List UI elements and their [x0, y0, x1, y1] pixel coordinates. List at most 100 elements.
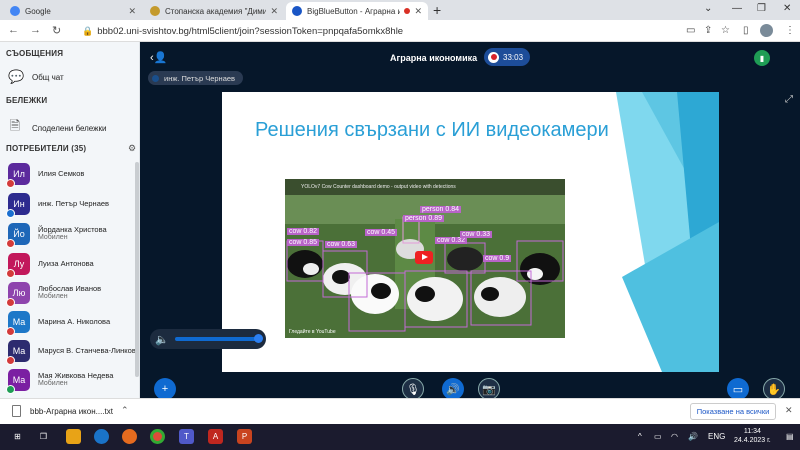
tab-title: BigBlueButton - Аграрна ик: [307, 6, 401, 16]
chat-bubble-icon: 💬: [8, 69, 25, 84]
mic-muted-button[interactable]: 🎙: [402, 378, 424, 400]
download-filename[interactable]: bbb-Аграрна икон....txt: [30, 407, 113, 416]
profile-avatar[interactable]: [760, 24, 773, 37]
youtube-play-icon[interactable]: [415, 251, 433, 264]
user-list-item[interactable]: Лу Луиза Антонова: [6, 252, 136, 278]
tab-bigbluebutton[interactable]: BigBlueButton - Аграрна ик ✕: [286, 2, 428, 20]
fullscreen-icon[interactable]: ⤢: [785, 94, 793, 105]
user-list-toggle-icon[interactable]: ‹👤: [150, 51, 167, 64]
reload-icon[interactable]: ↻: [52, 24, 61, 37]
detection-label: cow 0.33: [460, 231, 493, 238]
restore-icon[interactable]: ❐: [757, 3, 766, 14]
avatar-initials: Лю: [12, 288, 26, 298]
tab-google[interactable]: Google ✕: [4, 2, 142, 20]
menu-kebab-icon[interactable]: ⋮: [785, 25, 795, 36]
user-list-item[interactable]: Ин инж. Петър Чернаев: [6, 192, 136, 218]
minimize-icon[interactable]: —: [732, 3, 742, 14]
user-list-item[interactable]: Йо Йорданка Христова Мобилен: [6, 222, 136, 248]
wifi-icon[interactable]: ◠: [671, 432, 678, 441]
audio-button[interactable]: 🔊: [442, 378, 464, 400]
firefox-icon[interactable]: [122, 429, 137, 444]
chevron-up-icon[interactable]: ⌃: [121, 405, 129, 416]
connection-status-icon[interactable]: ▮: [754, 50, 770, 66]
user-name: Маруся В. Станчева-Линкова: [38, 345, 140, 355]
public-chat-item[interactable]: 💬 Общ чат: [8, 69, 64, 85]
file-explorer-icon[interactable]: [66, 429, 81, 444]
close-tab-icon[interactable]: ✕: [414, 6, 422, 17]
muted-mic-badge-icon: [6, 239, 15, 248]
avatar: Ма: [6, 311, 30, 336]
detection-label: cow 0.63: [325, 241, 358, 248]
acrobat-icon[interactable]: A: [208, 429, 223, 444]
user-list-scrollbar[interactable]: [135, 162, 139, 377]
timer-value: 33:03: [503, 52, 524, 62]
raise-hand-button[interactable]: ✋: [763, 378, 785, 400]
close-window-icon[interactable]: ✕: [783, 3, 791, 14]
browser-tab-strip: Google ✕ Стопанска академия "Димитър ✕ B…: [0, 0, 800, 20]
volume-track[interactable]: [174, 334, 263, 343]
user-list-item[interactable]: Ма Маруся В. Станчева-Линкова: [6, 339, 139, 365]
language-indicator[interactable]: ENG: [708, 432, 725, 441]
new-tab-button[interactable]: +: [433, 2, 441, 18]
detection-label: person 0.89: [403, 215, 444, 222]
muted-mic-badge-icon: [6, 327, 15, 336]
user-list-item[interactable]: Ил Илия Семков: [6, 162, 136, 188]
task-view-icon[interactable]: ❒: [36, 429, 51, 444]
volume-knob[interactable]: [253, 334, 263, 343]
user-settings-gear-icon[interactable]: ⚙: [128, 143, 136, 154]
notifications-icon[interactable]: ▤: [786, 432, 794, 441]
users-section-title: ПОТРЕБИТЕЛИ (35): [6, 144, 87, 153]
user-name: Мая Живкова Недева: [38, 370, 114, 380]
talking-indicator: инж. Петър Чернаев: [148, 71, 244, 85]
sidebar-toggle-icon[interactable]: ▯: [743, 25, 749, 36]
actions-plus-button[interactable]: +: [154, 378, 176, 400]
user-device: Мобилен: [38, 234, 68, 242]
camera-off-button[interactable]: 📷: [478, 378, 500, 400]
close-downloads-icon[interactable]: ✕: [785, 405, 793, 416]
avatar: Ин: [6, 193, 30, 218]
speaker-icon: 🔈: [155, 333, 169, 346]
bbb-favicon-icon: [292, 6, 302, 16]
volume-tray-icon[interactable]: 🔊: [688, 432, 698, 441]
close-tab-icon[interactable]: ✕: [270, 6, 278, 17]
notes-section-title: БЕЛЕЖКИ: [6, 96, 48, 105]
muted-mic-badge-icon: [6, 298, 15, 307]
forward-arrow-icon[interactable]: →: [30, 24, 41, 36]
back-arrow-icon[interactable]: ←: [8, 24, 19, 36]
user-list-item[interactable]: Лю Любослав Иванов Мобилен: [6, 281, 136, 307]
watch-on-youtube-link[interactable]: Гледайте в YouTube: [289, 329, 336, 335]
chrome-icon[interactable]: [150, 429, 165, 444]
tray-chevron-icon[interactable]: ^: [638, 432, 642, 441]
windows-start-icon[interactable]: ⊞: [10, 429, 25, 444]
detection-label: cow 0.9: [483, 255, 512, 262]
detection-label: cow 0.82: [287, 228, 320, 235]
recording-timer[interactable]: 33:03: [484, 48, 530, 66]
show-all-downloads-button[interactable]: Показване на всички: [690, 403, 776, 420]
powerpoint-icon[interactable]: P: [237, 429, 252, 444]
tab-academy[interactable]: Стопанска академия "Димитър ✕: [144, 2, 284, 20]
shared-notes-item[interactable]: 🗎 Споделени бележки: [8, 117, 107, 139]
user-name: Луиза Антонова: [38, 258, 94, 268]
volume-slider[interactable]: 🔈: [150, 329, 266, 349]
edge-browser-icon[interactable]: [94, 429, 109, 444]
user-list-item[interactable]: Ма Мая Живкова Недева Мобилен: [6, 368, 136, 394]
presentation-slide: Решения свързани с ИИ видеокамери YOLOv7…: [222, 92, 719, 372]
user-device: Мобилен: [38, 380, 68, 388]
tab-search-icon[interactable]: ⌄: [704, 3, 712, 14]
teams-icon[interactable]: T: [179, 429, 194, 444]
camera-permission-icon[interactable]: ▭: [686, 25, 695, 36]
avatar-initials: Ма: [12, 375, 26, 385]
detection-label: cow 0.85: [287, 239, 320, 246]
user-list-item[interactable]: Ма Марина А. Николова: [6, 310, 136, 336]
url-field[interactable]: 🔒 bbb02.uni-svishtov.bg/html5client/join…: [82, 23, 672, 39]
presentation-toggle-button[interactable]: ▭: [727, 378, 749, 400]
embedded-video[interactable]: YOLOv7 Cow Counter dashboard demo - outp…: [285, 179, 565, 338]
tab-title: Google: [25, 6, 51, 16]
share-icon[interactable]: ⇪: [704, 25, 712, 36]
display-icon[interactable]: ▭: [654, 432, 662, 441]
bookmark-star-icon[interactable]: ☆: [721, 25, 730, 36]
avatar: Ма: [6, 369, 30, 394]
muted-mic-badge-icon: [6, 179, 15, 188]
close-tab-icon[interactable]: ✕: [128, 6, 136, 17]
system-clock[interactable]: 11:34 24.4.2023 г.: [734, 427, 771, 445]
